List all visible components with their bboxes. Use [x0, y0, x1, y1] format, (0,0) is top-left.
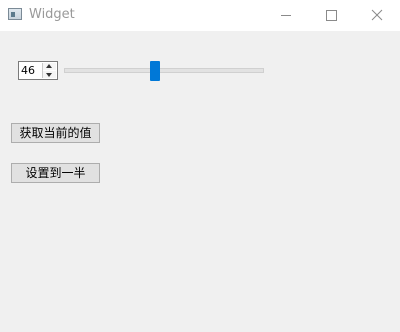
value-spinbox[interactable] — [18, 61, 58, 80]
title-bar[interactable]: Widget — [0, 0, 400, 31]
close-icon — [371, 9, 383, 21]
maximize-button[interactable] — [308, 0, 354, 31]
close-button[interactable] — [354, 0, 400, 31]
spin-up-button[interactable] — [43, 63, 56, 70]
get-current-value-button[interactable]: 获取当前的值 — [11, 123, 100, 143]
spinbox-input[interactable] — [21, 64, 43, 78]
maximize-icon — [326, 10, 337, 21]
slider-track[interactable] — [64, 68, 264, 73]
value-slider[interactable] — [64, 61, 264, 81]
slider-handle[interactable] — [150, 61, 161, 81]
minimize-icon — [281, 15, 291, 16]
window-title: Widget — [29, 7, 75, 22]
spinbox-buttons — [42, 63, 56, 78]
spin-down-button[interactable] — [43, 71, 56, 78]
minimize-button[interactable] — [262, 0, 308, 31]
main-window: Widget 获取当前的值 设置到一半 — [0, 0, 400, 332]
set-to-half-button[interactable]: 设置到一半 — [11, 163, 100, 183]
app-window-icon — [8, 8, 22, 20]
